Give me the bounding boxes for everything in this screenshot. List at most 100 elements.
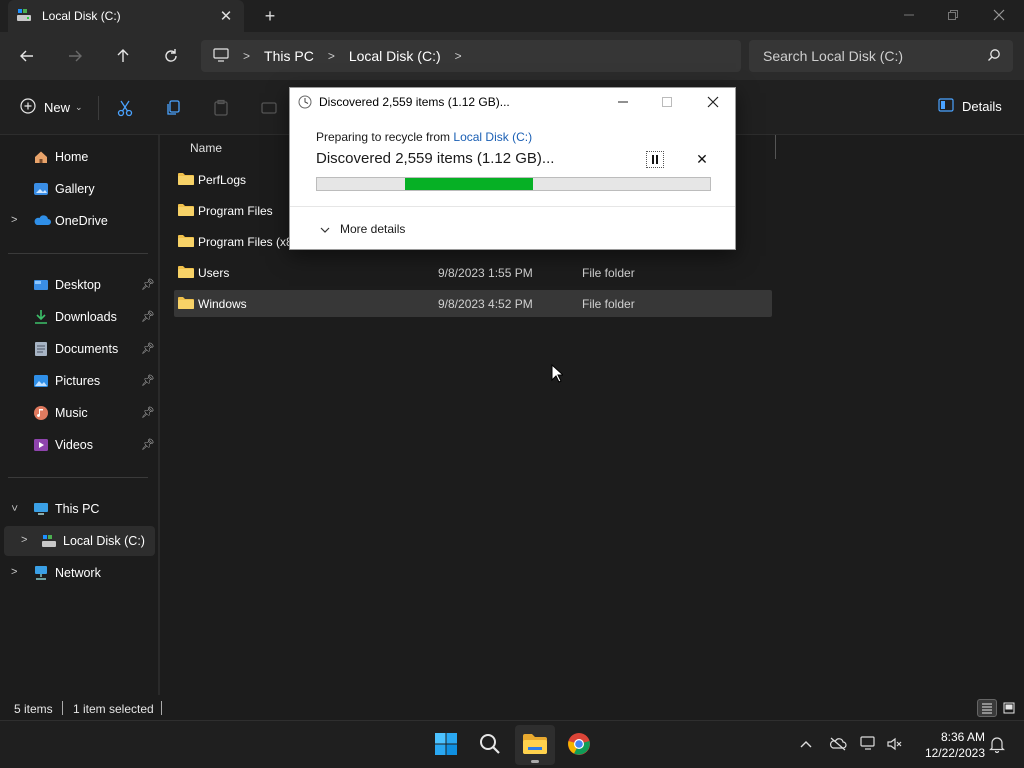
new-tab-button[interactable]: +: [260, 6, 280, 26]
chevron-right-icon[interactable]: >: [11, 566, 17, 578]
cut-icon[interactable]: [114, 97, 136, 119]
sidebar-item-network[interactable]: > Network: [0, 558, 158, 588]
more-details-label: More details: [340, 222, 406, 236]
clock-date: 12/22/2023: [924, 746, 985, 760]
documents-icon: [33, 341, 49, 357]
notification-bell-icon[interactable]: [988, 735, 1006, 753]
taskbar-clock[interactable]: 8:36 AM 12/22/2023: [915, 729, 985, 761]
taskbar-search-button[interactable]: [470, 725, 510, 765]
taskbar-file-explorer[interactable]: [515, 725, 555, 765]
pin-icon: 📌︎: [141, 311, 155, 323]
volume-muted-icon[interactable]: [886, 735, 904, 753]
details-view-icon[interactable]: [977, 699, 997, 717]
title-bar: Local Disk (C:) ✕ +: [0, 0, 1024, 32]
file-explorer-icon: [522, 733, 548, 758]
address-row: > This PC > Local Disk (C:) > Search Loc…: [0, 32, 1024, 80]
chevron-right-icon[interactable]: >: [21, 534, 27, 546]
more-details-button[interactable]: More details: [320, 222, 405, 236]
status-divider: [161, 701, 162, 715]
chevron-down-icon[interactable]: >: [8, 505, 20, 511]
tab-title: Local Disk (C:): [42, 9, 121, 23]
folder-icon: [178, 265, 194, 279]
dialog-maximize-button[interactable]: [652, 90, 682, 114]
pin-icon: 📌︎: [141, 343, 155, 355]
list-item[interactable]: Users 9/8/2023 1:55 PM File folder: [174, 259, 772, 286]
dialog-title-bar[interactable]: Discovered 2,559 items (1.12 GB)...: [290, 88, 735, 116]
chevron-down-icon: [320, 222, 330, 236]
chrome-icon: [567, 732, 591, 759]
network-status-icon[interactable]: [860, 735, 878, 753]
sidebar-divider: [8, 253, 148, 254]
mouse-cursor-icon: [551, 363, 565, 387]
clock-icon: [298, 95, 312, 112]
chevron-down-icon: ⌄: [75, 102, 83, 112]
chevron-right-icon[interactable]: >: [11, 214, 17, 226]
source-link[interactable]: Local Disk (C:): [453, 130, 532, 144]
back-button[interactable]: [15, 44, 39, 68]
navigation-pane: Home Gallery > OneDrive Desktop 📌︎ Downl…: [0, 135, 158, 695]
sidebar-item-local-disk[interactable]: > Local Disk (C:): [4, 526, 155, 556]
chevron-right-icon[interactable]: >: [455, 49, 462, 63]
search-icon: [987, 48, 1001, 65]
pin-icon: 📌︎: [141, 375, 155, 387]
pin-icon: 📌︎: [141, 407, 155, 419]
gallery-icon: [33, 181, 49, 197]
minimize-button[interactable]: [886, 0, 932, 30]
cancel-operation-button[interactable]: ✕: [694, 151, 710, 167]
dialog-divider: [290, 206, 735, 207]
breadcrumb-local-disk[interactable]: Local Disk (C:): [349, 48, 441, 64]
chevron-right-icon: >: [327, 49, 335, 63]
pause-button[interactable]: [646, 151, 664, 168]
address-bar[interactable]: > This PC > Local Disk (C:) >: [201, 40, 741, 72]
sidebar-item-pictures[interactable]: Pictures 📌︎: [0, 366, 158, 396]
downloads-icon: [33, 309, 49, 325]
onedrive-offline-icon[interactable]: [829, 735, 847, 753]
restore-button[interactable]: [930, 0, 976, 30]
details-button[interactable]: Details: [938, 98, 1002, 115]
sidebar-item-music[interactable]: Music 📌︎: [0, 398, 158, 428]
active-app-indicator: [531, 760, 539, 763]
tiles-view-icon[interactable]: [999, 699, 1019, 717]
close-window-button[interactable]: [976, 0, 1022, 30]
sidebar-item-home[interactable]: Home: [0, 142, 158, 172]
status-bar: 5 items 1 item selected: [0, 695, 1024, 721]
dialog-minimize-button[interactable]: [608, 90, 638, 114]
videos-icon: [33, 437, 49, 453]
onedrive-icon: [33, 213, 51, 229]
column-header-name[interactable]: Name: [190, 141, 222, 155]
forward-button[interactable]: [63, 44, 87, 68]
pin-icon: 📌︎: [141, 439, 155, 451]
dialog-close-button[interactable]: [698, 90, 728, 114]
refresh-button[interactable]: [159, 44, 183, 68]
sidebar-item-this-pc[interactable]: > This PC: [0, 494, 158, 524]
sidebar-item-gallery[interactable]: Gallery: [0, 174, 158, 204]
home-icon: [33, 149, 49, 165]
sidebar-item-downloads[interactable]: Downloads 📌︎: [0, 302, 158, 332]
sidebar-item-desktop[interactable]: Desktop 📌︎: [0, 270, 158, 300]
copy-icon[interactable]: [162, 97, 184, 119]
search-input[interactable]: Search Local Disk (C:): [749, 40, 1013, 72]
column-divider[interactable]: [775, 135, 776, 159]
new-button[interactable]: New ⌄: [20, 98, 83, 117]
taskbar-chrome[interactable]: [559, 725, 599, 765]
search-placeholder: Search Local Disk (C:): [763, 48, 904, 64]
folder-icon: [178, 203, 194, 217]
show-hidden-icons-chevron-icon[interactable]: [797, 735, 815, 753]
sidebar-item-onedrive[interactable]: > OneDrive: [0, 206, 158, 236]
tab-close-icon[interactable]: ✕: [218, 8, 234, 25]
dialog-title: Discovered 2,559 items (1.12 GB)...: [319, 95, 510, 109]
up-button[interactable]: [111, 44, 135, 68]
list-item-selected[interactable]: Windows 9/8/2023 4:52 PM File folder: [174, 290, 772, 317]
start-button[interactable]: [426, 725, 466, 765]
details-pane-icon: [938, 98, 954, 115]
sidebar-item-documents[interactable]: Documents 📌︎: [0, 334, 158, 364]
tab-local-disk[interactable]: Local Disk (C:) ✕: [8, 0, 244, 32]
music-icon: [33, 405, 49, 421]
breadcrumb-this-pc[interactable]: This PC: [264, 48, 314, 64]
paste-icon[interactable]: [210, 97, 232, 119]
rename-icon[interactable]: [258, 97, 280, 119]
new-label: New: [44, 100, 71, 115]
dialog-subtitle: Preparing to recycle from Local Disk (C:…: [316, 130, 533, 144]
sidebar-item-videos[interactable]: Videos 📌︎: [0, 430, 158, 460]
pictures-icon: [33, 373, 49, 389]
